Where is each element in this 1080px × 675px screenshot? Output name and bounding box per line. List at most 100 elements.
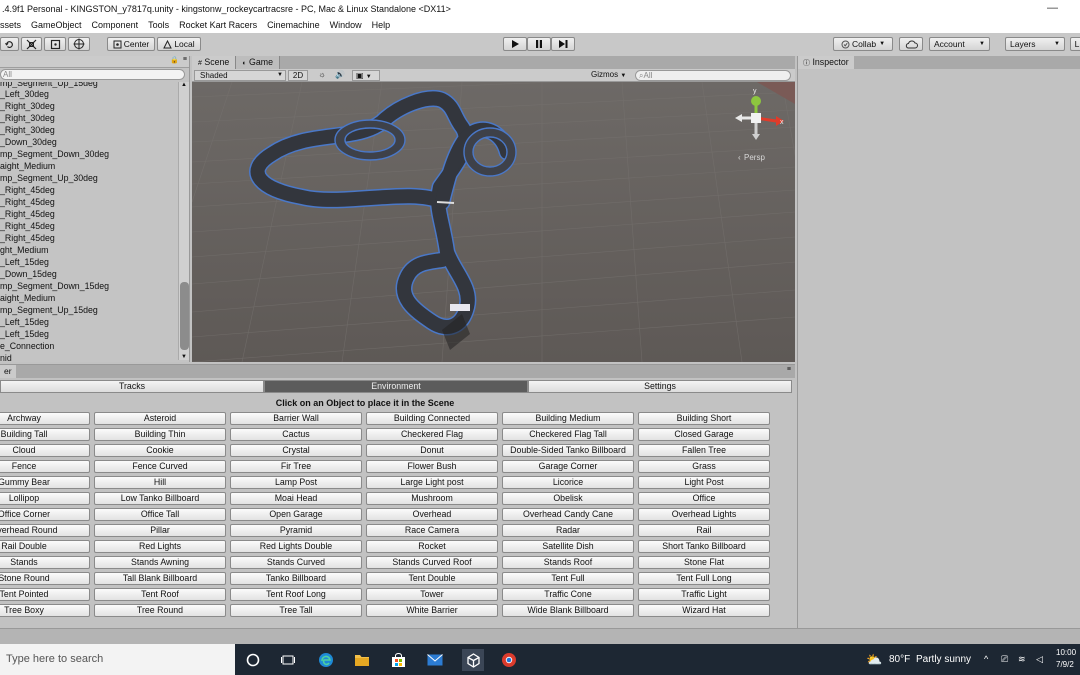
2d-toggle[interactable]: 2D: [288, 70, 308, 81]
place-object-button[interactable]: Tent Full Long: [638, 572, 770, 585]
scale-tool-button[interactable]: [21, 37, 42, 51]
place-object-button[interactable]: Gummy Bear: [0, 476, 90, 489]
tab-tracks[interactable]: Tracks: [0, 380, 264, 393]
place-object-button[interactable]: Stands Roof: [502, 556, 634, 569]
place-object-button[interactable]: Open Garage: [230, 508, 362, 521]
pivot-center-button[interactable]: Center: [107, 37, 155, 51]
tab-game[interactable]: ◐ Game: [236, 56, 280, 69]
taskbar-search-input[interactable]: Type here to search: [0, 644, 235, 675]
place-object-button[interactable]: Building Medium: [502, 412, 634, 425]
rect-tool-button[interactable]: [44, 37, 66, 51]
place-object-button[interactable]: Rocket: [366, 540, 498, 553]
place-object-button[interactable]: Tent Pointed: [0, 588, 90, 601]
place-object-button[interactable]: Donut: [366, 444, 498, 457]
place-object-button[interactable]: Large Light post: [366, 476, 498, 489]
hierarchy-item[interactable]: mp_Segment_Up_15deg: [0, 304, 178, 316]
place-object-button[interactable]: Stands Curved Roof: [366, 556, 498, 569]
place-object-button[interactable]: Tree Tall: [230, 604, 362, 617]
hierarchy-scroll-thumb[interactable]: [180, 282, 189, 350]
pause-button[interactable]: [527, 37, 551, 51]
volume-icon[interactable]: ◁: [1036, 644, 1043, 675]
mail-app[interactable]: [424, 649, 446, 671]
place-object-button[interactable]: Barrier Wall: [230, 412, 362, 425]
effects-dropdown[interactable]: ▣ ▼: [352, 70, 380, 81]
hierarchy-item[interactable]: _Right_30deg: [0, 100, 178, 112]
weather-description[interactable]: Partly sunny: [916, 644, 971, 675]
place-object-button[interactable]: Building Short: [638, 412, 770, 425]
hierarchy-item[interactable]: _Right_45deg: [0, 184, 178, 196]
step-button[interactable]: [551, 37, 575, 51]
place-object-button[interactable]: Stone Round: [0, 572, 90, 585]
place-object-button[interactable]: Stands Curved: [230, 556, 362, 569]
hierarchy-item[interactable]: mp_Segment_Down_30deg: [0, 148, 178, 160]
gizmos-dropdown[interactable]: Gizmos ▼: [591, 70, 631, 81]
hierarchy-item[interactable]: e_Connection: [0, 340, 178, 352]
place-object-button[interactable]: Overhead Lights: [638, 508, 770, 521]
place-object-button[interactable]: Checkered Flag: [366, 428, 498, 441]
layers-dropdown[interactable]: Layers ▼: [1005, 37, 1065, 51]
place-object-button[interactable]: Fir Tree: [230, 460, 362, 473]
place-object-button[interactable]: Traffic Cone: [502, 588, 634, 601]
place-object-button[interactable]: Traffic Light: [638, 588, 770, 601]
place-object-button[interactable]: Light Post: [638, 476, 770, 489]
chrome-app[interactable]: [498, 649, 520, 671]
hierarchy-item[interactable]: _Right_45deg: [0, 220, 178, 232]
hierarchy-item[interactable]: _Right_45deg: [0, 208, 178, 220]
hierarchy-item[interactable]: _Left_15deg: [0, 316, 178, 328]
place-object-button[interactable]: Crystal: [230, 444, 362, 457]
placer-panel-tab[interactable]: er: [0, 365, 16, 378]
account-dropdown[interactable]: Account ▼: [929, 37, 990, 51]
scene-search-input[interactable]: ⌕All: [635, 70, 791, 81]
place-object-button[interactable]: Fallen Tree: [638, 444, 770, 457]
persp-label[interactable]: Persp: [744, 153, 765, 162]
place-object-button[interactable]: Tent Full: [502, 572, 634, 585]
place-object-button[interactable]: Race Camera: [366, 524, 498, 537]
place-object-button[interactable]: Low Tanko Billboard: [94, 492, 226, 505]
place-object-button[interactable]: Wide Blank Billboard: [502, 604, 634, 617]
place-object-button[interactable]: White Barrier: [366, 604, 498, 617]
menu-tools[interactable]: Tools: [148, 20, 169, 30]
place-object-button[interactable]: Stands Awning: [94, 556, 226, 569]
menu-rocket-kart-racers[interactable]: Rocket Kart Racers: [179, 20, 257, 30]
menu-component[interactable]: Component: [92, 20, 139, 30]
place-object-button[interactable]: Obelisk: [502, 492, 634, 505]
tab-scene[interactable]: # Scene: [192, 56, 237, 69]
place-object-button[interactable]: Building Tall: [0, 428, 90, 441]
place-object-button[interactable]: Wizard Hat: [638, 604, 770, 617]
place-object-button[interactable]: Red Lights: [94, 540, 226, 553]
place-object-button[interactable]: Tree Boxy: [0, 604, 90, 617]
wifi-icon[interactable]: ≋: [1018, 644, 1026, 675]
place-object-button[interactable]: Overhead Candy Cane: [502, 508, 634, 521]
place-object-button[interactable]: Overhead: [366, 508, 498, 521]
place-object-button[interactable]: Lamp Post: [230, 476, 362, 489]
hierarchy-item[interactable]: _Down_30deg: [0, 136, 178, 148]
hierarchy-item[interactable]: aight_Medium: [0, 292, 178, 304]
place-object-button[interactable]: Rail: [638, 524, 770, 537]
place-object-button[interactable]: Tent Roof: [94, 588, 226, 601]
lighting-toggle[interactable]: ☼: [314, 70, 330, 81]
hierarchy-item[interactable]: _Left_30deg: [0, 88, 178, 100]
hierarchy-item[interactable]: _Right_45deg: [0, 232, 178, 244]
place-object-button[interactable]: Tower: [366, 588, 498, 601]
place-object-button[interactable]: Building Thin: [94, 428, 226, 441]
collab-dropdown[interactable]: Collab ▼: [833, 37, 893, 51]
panel-menu-icon[interactable]: ≡: [183, 56, 187, 63]
place-object-button[interactable]: Office Corner: [0, 508, 90, 521]
place-object-button[interactable]: Pillar: [94, 524, 226, 537]
cloud-button[interactable]: [899, 37, 923, 51]
transform-tool-button[interactable]: [68, 37, 90, 51]
place-object-button[interactable]: Garage Corner: [502, 460, 634, 473]
menu-cinemachine[interactable]: Cinemachine: [267, 20, 320, 30]
place-object-button[interactable]: Closed Garage: [638, 428, 770, 441]
hierarchy-item[interactable]: mp_Segment_Up_30deg: [0, 172, 178, 184]
task-view-icon-button[interactable]: [277, 649, 299, 671]
place-object-button[interactable]: Flower Bush: [366, 460, 498, 473]
hierarchy-scrollbar[interactable]: ▲ ▼: [178, 82, 189, 360]
place-object-button[interactable]: Radar: [502, 524, 634, 537]
place-object-button[interactable]: Overhead Round: [0, 524, 90, 537]
place-object-button[interactable]: Pyramid: [230, 524, 362, 537]
hierarchy-item[interactable]: nid: [0, 352, 178, 364]
place-object-button[interactable]: Tent Roof Long: [230, 588, 362, 601]
minimize-button[interactable]: —: [1047, 2, 1058, 14]
hierarchy-item[interactable]: _Down_15deg: [0, 268, 178, 280]
